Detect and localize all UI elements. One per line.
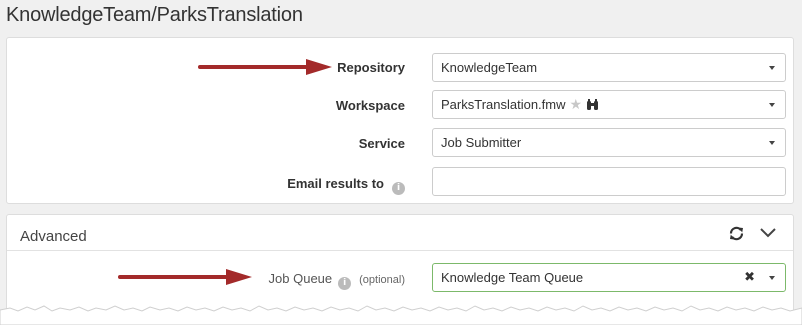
repository-label: Repository bbox=[337, 60, 405, 75]
advanced-title: Advanced bbox=[20, 228, 87, 245]
email-label: Email results to i bbox=[287, 176, 405, 195]
email-field[interactable] bbox=[432, 167, 786, 196]
job-form-panel: Repository KnowledgeTeam Workspace Parks… bbox=[6, 37, 794, 204]
optional-tag: (optional) bbox=[359, 274, 405, 286]
torn-edge bbox=[0, 305, 802, 325]
caret-down-icon bbox=[769, 66, 775, 70]
caret-down-icon bbox=[769, 103, 775, 107]
service-select[interactable]: Job Submitter bbox=[432, 128, 786, 157]
refresh-icon[interactable] bbox=[728, 225, 745, 247]
info-icon[interactable]: i bbox=[338, 277, 352, 290]
annotation-arrow-repository bbox=[198, 59, 332, 75]
workspace-label: Workspace bbox=[335, 98, 405, 113]
job-queue-value: Knowledge Team Queue bbox=[441, 270, 584, 285]
email-label-text: Email results to bbox=[287, 176, 384, 191]
caret-down-icon bbox=[769, 141, 775, 145]
caret-down-icon bbox=[769, 276, 775, 280]
job-queue-select[interactable]: Knowledge Team Queue ✖ bbox=[432, 263, 786, 292]
binoculars-icon[interactable] bbox=[586, 93, 599, 120]
page-title: KnowledgeTeam/ParksTranslation bbox=[6, 4, 303, 26]
annotation-arrow-job-queue bbox=[118, 269, 252, 285]
advanced-header[interactable]: Advanced bbox=[7, 215, 793, 251]
workspace-value: ParksTranslation.fmw bbox=[441, 97, 566, 112]
repository-value: KnowledgeTeam bbox=[441, 60, 538, 75]
repository-select[interactable]: KnowledgeTeam bbox=[432, 53, 786, 82]
service-label: Service bbox=[358, 136, 405, 151]
chevron-down-icon[interactable] bbox=[759, 226, 777, 244]
workspace-select[interactable]: ParksTranslation.fmw ★ bbox=[432, 90, 786, 119]
job-queue-label: Job Queue i (optional) bbox=[269, 271, 405, 290]
star-icon[interactable]: ★ bbox=[570, 97, 583, 113]
job-queue-label-text: Job Queue bbox=[268, 271, 333, 286]
close-icon[interactable]: ✖ bbox=[744, 264, 755, 291]
service-value: Job Submitter bbox=[441, 135, 522, 150]
info-icon[interactable]: i bbox=[392, 182, 405, 195]
